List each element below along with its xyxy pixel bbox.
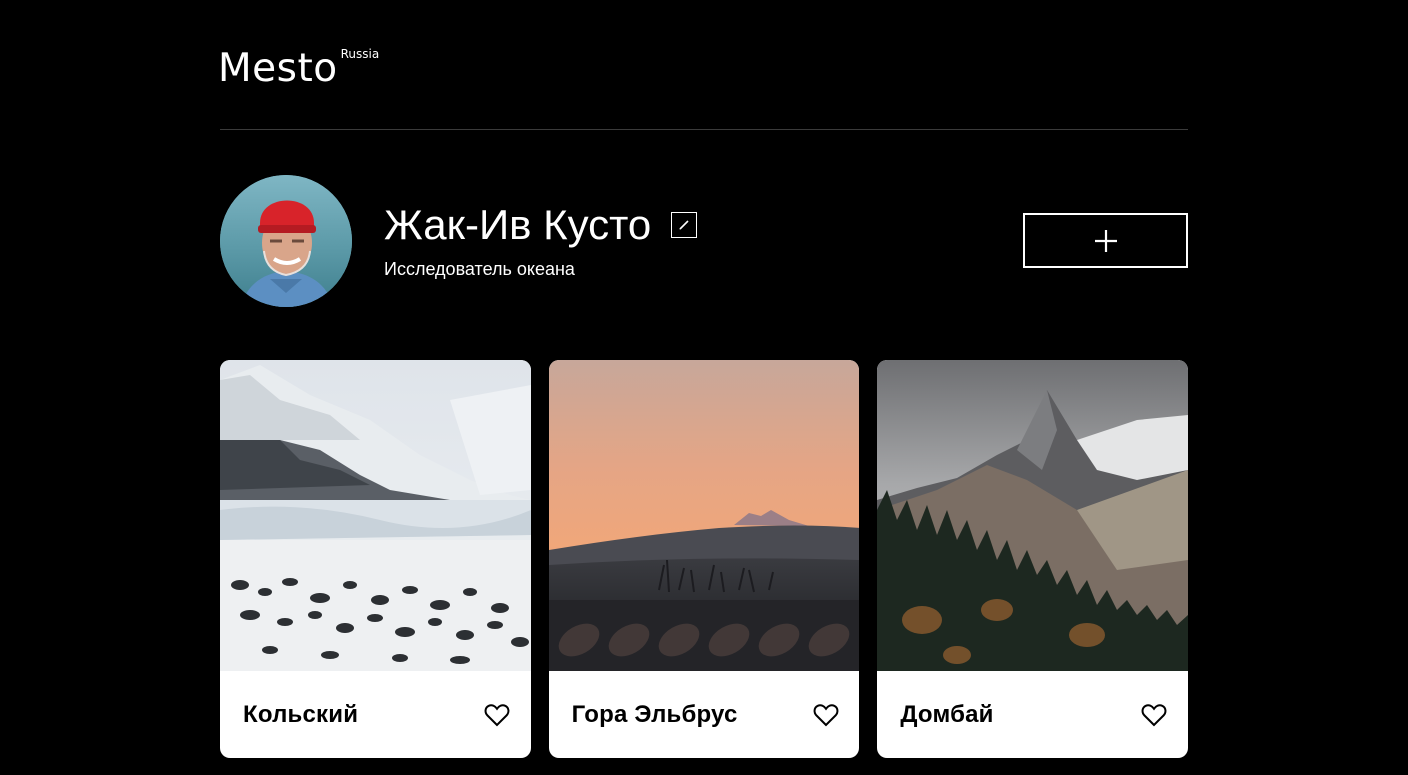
logo: Mesto Russia [218,48,379,90]
add-card-button[interactable] [1023,213,1188,268]
profile: Жак-Ив Кусто Исследователь океана [220,175,1188,307]
card-footer: Кольский [220,671,531,758]
pencil-icon [679,220,689,230]
heart-outline-icon [813,703,839,726]
profile-info: Жак-Ив Кусто Исследователь океана [384,200,698,280]
logo-superscript: Russia [340,47,380,61]
card-image-dombay[interactable] [877,360,1189,671]
cards-grid: Кольский Гора Эльбрус Домбай [220,360,1189,758]
like-button[interactable] [1141,703,1167,727]
profile-name-row: Жак-Ив Кусто [384,200,698,250]
logo-text: Mesto [218,46,338,91]
card: Гора Эльбрус [548,360,860,758]
header: Mesto Russia [218,0,1188,130]
card-footer: Гора Эльбрус [549,671,860,758]
avatar-portrait [220,175,352,307]
card-image-elbrus[interactable] [548,360,860,671]
edit-profile-button[interactable] [671,212,698,238]
avatar[interactable] [220,175,352,307]
heart-outline-icon [484,703,510,726]
plus-icon [1094,229,1117,252]
card-image-kolsky[interactable] [220,360,531,671]
page: Mesto Russia Жак-Ив Кусто Исследователь … [218,0,1189,775]
card: Домбай [877,360,1189,758]
heart-outline-icon [1141,703,1167,726]
card-title: Кольский [243,700,359,728]
like-button[interactable] [813,703,839,727]
card-title: Гора Эльбрус [571,700,738,728]
profile-about: Исследователь океана [384,259,575,279]
profile-name: Жак-Ив Кусто [384,201,652,248]
card-title: Домбай [900,700,994,728]
card: Кольский [220,360,531,758]
card-footer: Домбай [877,671,1188,758]
like-button[interactable] [484,703,510,727]
